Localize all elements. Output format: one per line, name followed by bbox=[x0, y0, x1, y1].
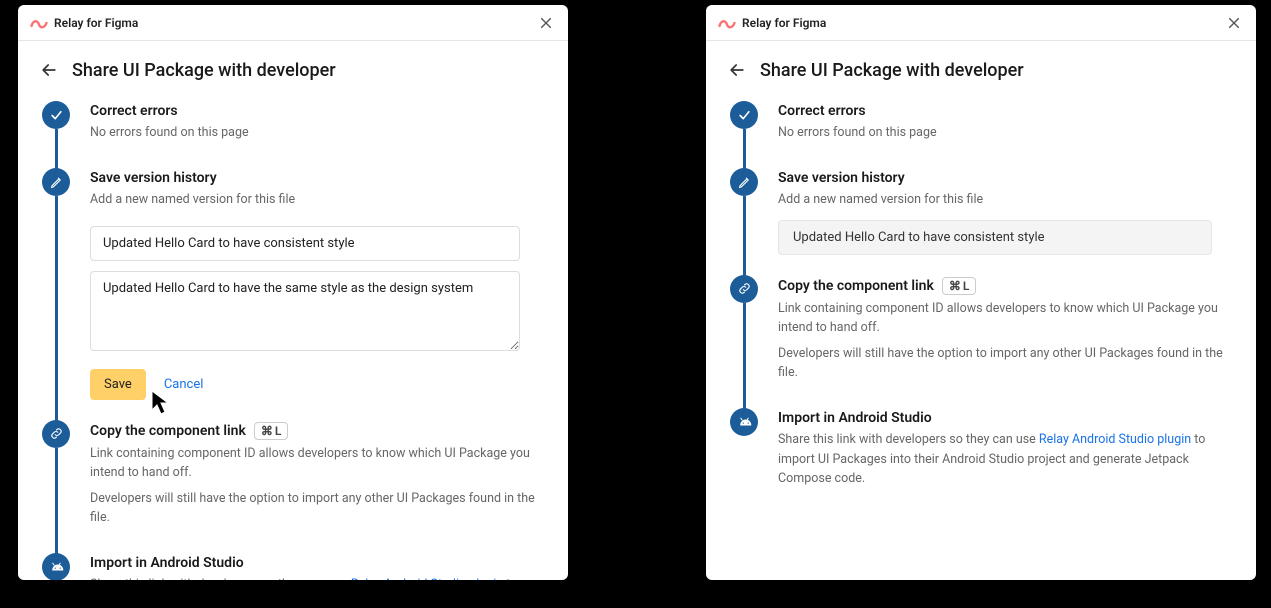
dialog-title: Share UI Package with developer bbox=[72, 60, 336, 81]
step-subtitle: Share this link with developers so they … bbox=[778, 430, 1228, 488]
back-arrow-icon[interactable] bbox=[726, 59, 748, 81]
shortcut-key: L bbox=[963, 279, 970, 293]
step-title: Correct errors bbox=[778, 103, 1228, 119]
saved-version-display[interactable]: Updated Hello Card to have consistent st… bbox=[778, 220, 1212, 255]
step-sub-2: Developers will still have the option to… bbox=[778, 344, 1228, 383]
pencil-icon bbox=[730, 168, 758, 196]
step-title-row: Copy the component link ⌘ L bbox=[90, 422, 540, 440]
relay-logo-icon bbox=[30, 17, 48, 29]
step-save-version: Save version history Add a new named ver… bbox=[730, 168, 1232, 274]
dialog-title: Share UI Package with developer bbox=[760, 60, 1024, 81]
android-icon bbox=[730, 408, 758, 436]
pencil-icon bbox=[42, 168, 70, 196]
sub-prefix: Share this link with developers so they … bbox=[778, 432, 1039, 447]
relay-dialog-saved: Relay for Figma Share UI Package with de… bbox=[706, 5, 1256, 580]
relay-dialog-editing: Relay for Figma Share UI Package with de… bbox=[18, 5, 568, 580]
step-sub-1: Link containing component ID allows deve… bbox=[778, 299, 1228, 338]
step-title: Save version history bbox=[778, 170, 1228, 186]
relay-plugin-link[interactable]: Relay Android Studio plugin bbox=[351, 577, 503, 580]
titlebar: Relay for Figma bbox=[706, 5, 1256, 41]
step-subtitle: Add a new named version for this file bbox=[778, 190, 1228, 209]
step-copy-link: Copy the component link ⌘ L Link contain… bbox=[42, 420, 544, 554]
step-subtitle: Share this link with developers so they … bbox=[90, 575, 540, 580]
link-icon bbox=[730, 275, 758, 303]
check-icon bbox=[42, 101, 70, 129]
titlebar: Relay for Figma bbox=[18, 5, 568, 41]
step-copy-link: Copy the component link ⌘ L Link contain… bbox=[730, 275, 1232, 409]
close-icon[interactable] bbox=[536, 13, 556, 33]
step-subtitle: No errors found on this page bbox=[90, 123, 540, 142]
step-title: Save version history bbox=[90, 170, 540, 186]
keyboard-shortcut: ⌘ L bbox=[254, 422, 289, 440]
sub-prefix: Share this link with developers so they … bbox=[90, 577, 351, 580]
close-icon[interactable] bbox=[1224, 13, 1244, 33]
step-sub-1: Link containing component ID allows deve… bbox=[90, 444, 540, 483]
cmd-symbol: ⌘ bbox=[949, 279, 961, 293]
step-save-version: Save version history Add a new named ver… bbox=[42, 168, 544, 419]
shortcut-key: L bbox=[275, 424, 282, 438]
link-icon bbox=[42, 420, 70, 448]
step-title: Correct errors bbox=[90, 103, 540, 119]
step-title-row: Copy the component link ⌘ L bbox=[778, 277, 1228, 295]
step-correct-errors: Correct errors No errors found on this p… bbox=[730, 101, 1232, 168]
app-name: Relay for Figma bbox=[742, 16, 826, 30]
step-title: Copy the component link bbox=[778, 278, 934, 294]
version-name-input[interactable] bbox=[90, 226, 520, 261]
step-subtitle: No errors found on this page bbox=[778, 123, 1228, 142]
dialog-header: Share UI Package with developer bbox=[18, 41, 568, 91]
relay-logo-icon bbox=[718, 17, 736, 29]
cancel-button[interactable]: Cancel bbox=[164, 377, 204, 392]
step-sub-2: Developers will still have the option to… bbox=[90, 489, 540, 528]
step-subtitle: Add a new named version for this file bbox=[90, 190, 540, 209]
step-title: Import in Android Studio bbox=[90, 555, 540, 571]
cmd-symbol: ⌘ bbox=[261, 424, 273, 438]
step-title: Copy the component link bbox=[90, 423, 246, 439]
step-correct-errors: Correct errors No errors found on this p… bbox=[42, 101, 544, 168]
keyboard-shortcut: ⌘ L bbox=[942, 277, 977, 295]
android-icon bbox=[42, 553, 70, 580]
step-title: Import in Android Studio bbox=[778, 410, 1228, 426]
relay-plugin-link[interactable]: Relay Android Studio plugin bbox=[1039, 432, 1191, 447]
check-icon bbox=[730, 101, 758, 129]
step-import-android: Import in Android Studio Share this link… bbox=[730, 408, 1232, 514]
dialog-header: Share UI Package with developer bbox=[706, 41, 1256, 91]
app-name: Relay for Figma bbox=[54, 16, 138, 30]
version-description-input[interactable]: Updated Hello Card to have the same styl… bbox=[90, 271, 520, 351]
back-arrow-icon[interactable] bbox=[38, 59, 60, 81]
save-button[interactable]: Save bbox=[90, 369, 146, 400]
step-import-android: Import in Android Studio Share this link… bbox=[42, 553, 544, 580]
